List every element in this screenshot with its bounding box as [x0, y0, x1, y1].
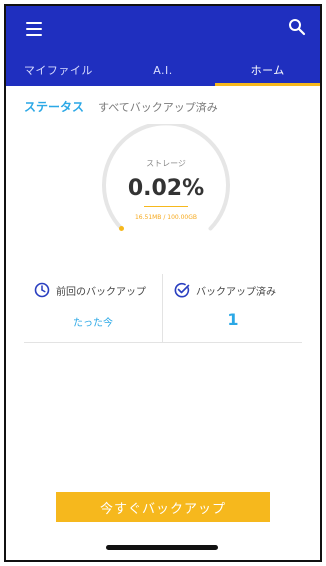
status-row: ステータス すべてバックアップ済み [24, 98, 218, 115]
backed-up-header: バックアップ済み [174, 282, 276, 298]
clock-icon [34, 282, 50, 298]
last-backup-label: 前回のバックアップ [56, 286, 146, 298]
backed-up-cell: バックアップ済み 1 [164, 274, 302, 342]
info-divider [162, 274, 163, 342]
status-text: すべてバックアップ済み [98, 101, 218, 114]
storage-title: ストレージ [146, 159, 186, 168]
backup-now-button[interactable]: 今すぐバックアップ [56, 492, 270, 522]
storage-percent: 0.02% [127, 176, 205, 201]
search-icon[interactable] [288, 18, 306, 36]
tab-my-files[interactable]: マイファイル [6, 54, 111, 86]
storage-detail: 16.51MB / 100.00GB [134, 214, 198, 221]
status-label: ステータス [24, 100, 85, 114]
phone-screen: マイファイル A.I. ホーム ステータス すべてバックアップ済み ストレージ … [4, 4, 322, 562]
tab-bar: マイファイル A.I. ホーム [6, 54, 320, 86]
backed-up-count: 1 [227, 310, 239, 329]
last-backup-value: たった今 [73, 318, 113, 329]
storage-gauge: ストレージ 0.02% 16.51MB / 100.00GB [96, 121, 236, 244]
home-indicator[interactable] [106, 545, 218, 550]
tab-home[interactable]: ホーム [215, 54, 320, 86]
gauge-underline [144, 206, 188, 207]
backup-info-row: 前回のバックアップ たった今 バックアップ済み 1 [24, 274, 302, 343]
last-backup-cell: 前回のバックアップ たった今 [24, 274, 162, 342]
check-circle-icon [174, 282, 190, 298]
last-backup-header: 前回のバックアップ [34, 282, 146, 298]
app-bar: マイファイル A.I. ホーム [6, 6, 320, 86]
backed-up-label: バックアップ済み [196, 286, 276, 298]
hamburger-menu-icon[interactable] [26, 22, 42, 36]
tab-ai[interactable]: A.I. [111, 54, 216, 86]
